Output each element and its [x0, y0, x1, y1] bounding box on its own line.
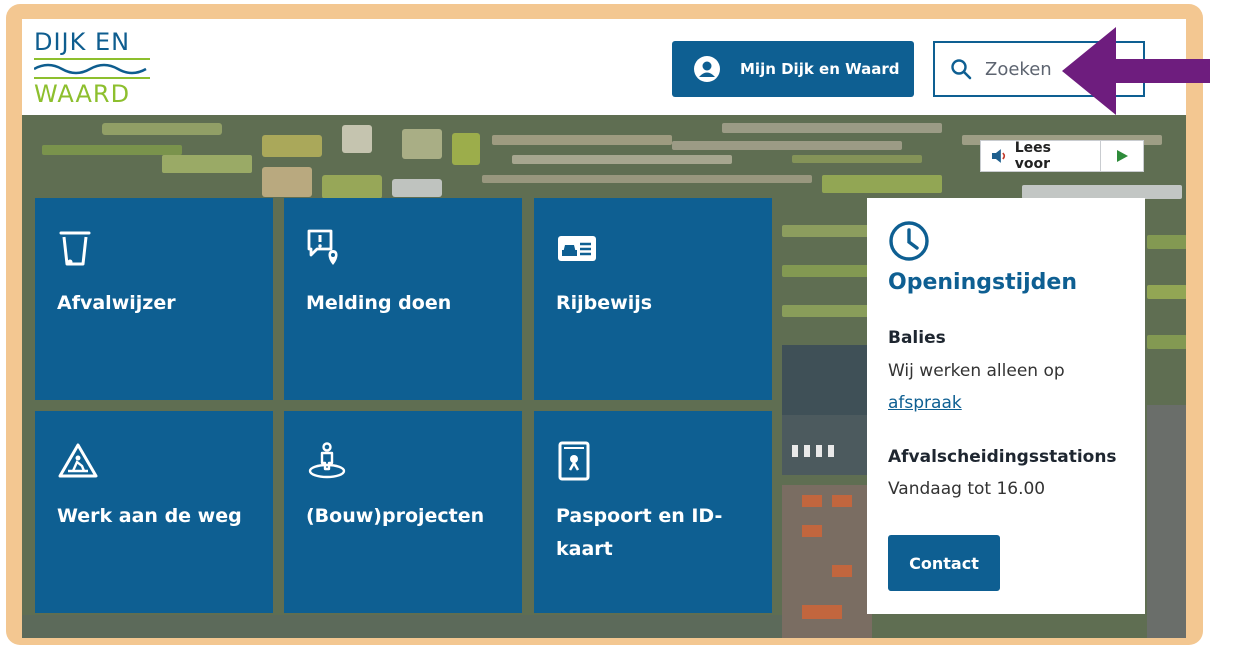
speaker-icon — [991, 149, 1006, 163]
tile-label: Afvalwijzer — [57, 292, 176, 314]
desks-heading: Balies — [888, 328, 946, 348]
user-icon — [694, 56, 720, 82]
hero-aerial-background: Lees voor Afvalwijzer Melding doen Rijbe… — [22, 115, 1186, 638]
site-header: DIJK EN WAARD Mijn Dijk en Waard — [22, 19, 1186, 115]
read-aloud-label: Lees voor — [1014, 140, 1051, 172]
opening-hours-title: Openingstijden — [888, 270, 1078, 295]
desks-text: Wij werken alleen op — [888, 361, 1065, 381]
logo-line2: WAARD — [34, 80, 131, 108]
play-icon — [1117, 150, 1128, 162]
tile-label: Paspoort en ID-kaart — [556, 505, 723, 560]
tile-label: Melding doen — [306, 292, 452, 314]
tile-label: Rijbewijs — [556, 292, 653, 314]
tile-label: Werk aan de weg — [57, 505, 242, 527]
report-location-icon — [307, 229, 338, 265]
tile-melding-doen[interactable]: Melding doen — [284, 198, 522, 400]
drivers-license-icon — [558, 236, 596, 261]
readspeaker-bar: Lees voor — [980, 140, 1144, 172]
waste-stations-hours: Vandaag tot 16.00 — [888, 479, 1046, 499]
waste-stations-heading: Afvalscheidingsstations — [888, 447, 1117, 467]
tile-afvalwijzer[interactable]: Afvalwijzer — [35, 198, 273, 400]
tile-label: (Bouw)projecten — [306, 505, 485, 527]
website: DIJK EN WAARD Mijn Dijk en Waard Zoeken … — [22, 19, 1186, 638]
roadwork-sign-icon — [58, 443, 98, 478]
search-icon — [951, 59, 972, 80]
tile-werk-aan-de-weg[interactable]: Werk aan de weg — [35, 411, 273, 613]
left-arrow-annotation — [1062, 27, 1210, 115]
municipality-logo[interactable]: DIJK EN WAARD — [34, 28, 152, 109]
tile-paspoort-id-kaart[interactable]: Paspoort en ID-kaart — [534, 411, 772, 613]
opening-hours-card: Openingstijden Balies Wij werken alleen … — [867, 198, 1145, 614]
waste-bin-icon — [59, 231, 91, 266]
logo-line1: DIJK EN — [34, 28, 131, 56]
my-account-label: Mijn Dijk en Waard — [740, 60, 900, 78]
my-account-button[interactable]: Mijn Dijk en Waard — [672, 41, 914, 97]
tile-rijbewijs[interactable]: Rijbewijs — [534, 198, 772, 400]
project-pin-icon — [308, 442, 346, 479]
passport-icon — [558, 441, 590, 481]
play-button[interactable] — [1101, 141, 1143, 171]
contact-button[interactable]: Contact — [888, 535, 1000, 591]
clock-icon — [889, 221, 929, 261]
read-aloud-button[interactable]: Lees voor — [981, 140, 1101, 172]
tile-bouwprojecten[interactable]: (Bouw)projecten — [284, 411, 522, 613]
appointment-link[interactable]: afspraak — [888, 393, 962, 413]
logo-wave-icon — [34, 58, 150, 79]
